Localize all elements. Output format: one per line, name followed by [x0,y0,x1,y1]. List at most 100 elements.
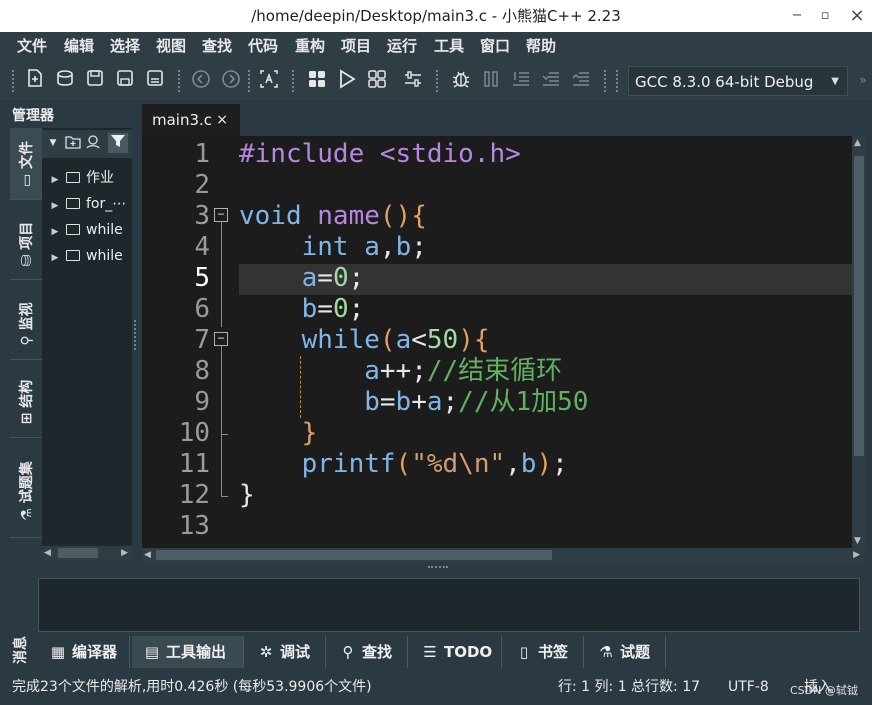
close-button[interactable]: × [842,0,872,32]
tab-todo[interactable]: ☰ TODO [410,636,502,668]
menu-help[interactable]: 帮助 [523,32,559,60]
scroll-right-icon[interactable]: ▶ [853,548,860,562]
scroll-up-icon[interactable]: ▲ [854,138,861,148]
dropdown-arrow-icon[interactable]: ▼ [44,134,62,152]
scroll-down-icon[interactable]: ▼ [854,536,861,546]
tab-problems[interactable]: ⚗ 试题 [586,636,666,668]
toolbar-grip[interactable] [292,70,298,92]
menu-select[interactable]: 选择 [107,32,143,60]
tree-item-folder[interactable]: ▶ for_⋯ [48,192,132,216]
vtab-project[interactable]: ⛁ 项目 [10,208,42,280]
toolbar-grip[interactable] [436,70,442,92]
compile-run-icon[interactable] [366,69,388,91]
message-output-area[interactable] [38,578,860,632]
tab-debug-label: 调试 [280,643,311,661]
compiler-select[interactable]: GCC 8.3.0 64-bit Debug ▼ [628,66,848,96]
scrollbar-thumb[interactable] [156,550,552,560]
toolbar-grip[interactable] [616,70,622,92]
toolbar-overflow-icon[interactable]: » [852,69,872,91]
menu-find[interactable]: 查找 [199,32,235,60]
new-file-icon[interactable] [24,69,46,91]
tab-find[interactable]: ⚲ 查找 [328,636,408,668]
manager-panel-title: 管理器 [12,108,54,124]
menu-window[interactable]: 窗口 [477,32,513,60]
debug-icon[interactable] [450,69,472,91]
toolbar-grip[interactable] [604,70,610,92]
menu-run[interactable]: 运行 [384,32,420,60]
file-tree-horizontal-scrollbar[interactable]: ◀ ▶ [42,546,132,560]
filter-icon[interactable] [108,133,128,153]
fold-toggle-icon[interactable]: − [214,332,228,346]
fold-toggle-icon[interactable]: − [214,208,228,222]
toolbar-grip[interactable] [248,70,254,92]
code-editor[interactable]: 1 2 3 4 5 6 7 8 9 10 11 12 13 − − #inclu… [142,136,852,548]
run-icon[interactable] [336,69,358,91]
tab-debug[interactable]: ✲ 调试 [246,636,326,668]
scrollbar-thumb[interactable] [854,156,864,456]
menu-view[interactable]: 视图 [153,32,189,60]
toolbar-grip[interactable] [12,70,18,92]
bottom-panel-splitter[interactable] [0,564,872,572]
expand-arrow-icon[interactable]: ▶ [48,168,62,190]
save-as-icon[interactable] [114,69,136,91]
expand-arrow-icon[interactable]: ▶ [48,194,62,216]
save-all-icon[interactable] [144,69,166,91]
forward-icon[interactable] [220,69,242,91]
tab-tool-output[interactable]: ▤ 工具输出 [132,636,244,668]
code-line: } [239,480,255,511]
tree-item-folder[interactable]: ▶ while [48,218,132,242]
close-icon[interactable]: × [216,104,228,136]
menu-project[interactable]: 项目 [338,32,374,60]
menu-edit[interactable]: 编辑 [61,32,97,60]
menu-refactor[interactable]: 重构 [292,32,328,60]
menu-code[interactable]: 代码 [245,32,281,60]
tree-item-folder[interactable]: ▶ 作业 [48,166,132,190]
file-encoding[interactable]: UTF-8 [728,672,769,702]
options-icon[interactable] [402,69,424,91]
vtab-structure[interactable]: ⊞ 结构 [10,366,42,438]
scrollbar-thumb[interactable] [58,548,98,558]
editor-vertical-scrollbar[interactable]: ▲ ▼ [852,136,866,548]
editor-horizontal-scrollbar[interactable]: ◀ ▶ [142,548,864,562]
code-line: void name(){ [239,201,427,232]
compile-icon[interactable] [306,69,328,91]
back-icon[interactable] [190,69,212,91]
line-number: 1 [194,139,210,169]
expand-arrow-icon[interactable]: ▶ [48,246,62,268]
line-number: 2 [194,170,210,200]
vtab-watch[interactable]: ⚲ 监视 [10,288,42,360]
tree-item-label: while [86,248,123,264]
tree-item-folder[interactable]: ▶ while [48,244,132,268]
menu-tools[interactable]: 工具 [431,32,467,60]
pause-icon[interactable] [480,69,502,91]
format-code-icon[interactable] [258,69,280,91]
message-panel-label-text: 消息 [13,636,29,664]
step-into-icon[interactable] [540,69,562,91]
editor-tab-main3[interactable]: main3.c × [142,104,240,136]
save-icon[interactable] [84,69,106,91]
locate-icon[interactable] [84,134,102,152]
toolbar-grip[interactable] [178,70,184,92]
tab-bookmarks[interactable]: ▯ 书签 [504,636,584,668]
scroll-right-icon[interactable]: ▶ [121,546,128,560]
minimize-button[interactable]: − [782,0,812,32]
open-file-icon[interactable] [54,69,76,91]
code-token: b [301,294,318,324]
splitter-grip[interactable] [428,566,448,571]
vtab-problem-set[interactable]: ⚗ 试题集 [10,444,42,538]
tab-todo-label: TODO [444,643,493,661]
scroll-left-icon[interactable]: ◀ [144,548,151,562]
maximize-button[interactable]: ▫ [810,0,840,32]
code-line: #include <stdio.h> [239,139,521,170]
expand-arrow-icon[interactable]: ▶ [48,220,62,242]
bookmark-icon: ▯ [519,643,529,661]
vtab-files[interactable]: ▭ 文件 [10,128,42,200]
scroll-left-icon[interactable]: ◀ [44,546,51,560]
panel-splitter-handle[interactable] [134,320,140,350]
tab-compiler[interactable]: ▦ 编译器 [38,636,130,668]
menu-file[interactable]: 文件 [14,32,50,60]
new-folder-icon[interactable] [64,134,82,152]
message-panel-label: 消息 [8,630,32,670]
step-over-icon[interactable] [510,69,532,91]
step-out-icon[interactable] [570,69,592,91]
